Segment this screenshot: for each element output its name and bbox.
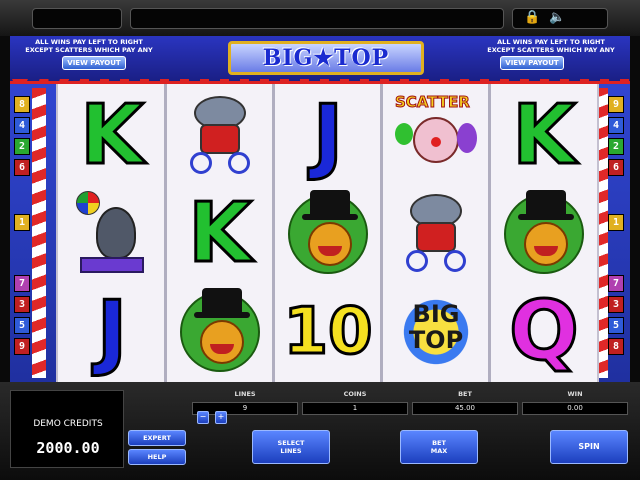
symbol-lion [170,284,270,380]
symbol-letter: J [95,284,128,379]
symbol-letter: J [311,88,344,183]
payline-marker[interactable]: 7 [608,275,624,292]
win-label: WIN [567,390,583,398]
payline-marker[interactable]: 5 [14,317,30,334]
payline-marker[interactable]: 8 [608,338,624,355]
coin-increase-button[interactable]: + [215,411,227,424]
bigtop-burst-icon: BIG TOP [391,287,481,377]
select-lines-label-2: LINES [280,447,302,455]
elephant-icon [180,94,260,178]
credits-value: 2000.00 [36,439,100,457]
payline-marker[interactable]: 1 [14,214,30,231]
bet-max-label-1: BET [432,439,446,447]
bigtop-line-2: TOP [408,326,464,354]
payline-marker[interactable]: 9 [14,338,30,355]
payline-marker[interactable]: 4 [608,117,624,134]
symbol-letter: 10 [282,295,374,369]
game-logo: BIG★TOP [228,41,424,75]
symbol-10: 10 [278,284,378,380]
view-payout-button-right[interactable]: VIEW PAYOUT [500,56,564,70]
spin-button[interactable]: SPIN [550,430,628,464]
bet-max-label-2: MAX [430,447,448,455]
payline-marker[interactable]: 3 [608,296,624,313]
reel-divider [488,84,491,382]
payline-marker[interactable]: 2 [608,138,624,155]
reel-area: K J K J 10 SCATTER BIG TOP K Q [56,84,599,382]
symbol-k: K [170,186,270,282]
bigtop-text: BIG TOP [391,301,481,353]
view-payout-button-left[interactable]: VIEW PAYOUT [62,56,126,70]
rules-line-1: ALL WINS PAY LEFT TO RIGHT [497,38,605,46]
symbol-letter: K [187,186,254,281]
payline-marker[interactable]: 5 [608,317,624,334]
expert-button[interactable]: EXPERT [128,430,186,446]
symbol-lion [278,186,378,282]
rules-line-1: ALL WINS PAY LEFT TO RIGHT [35,38,143,46]
scatter-text: SCATTER [395,93,471,112]
symbol-seal [62,186,162,282]
rules-line-2: EXCEPT SCATTERS WHICH PAY ANY [487,46,615,54]
reel-divider [164,84,167,382]
win-value: 0.00 [522,402,628,415]
select-lines-label-1: SELECT [277,439,305,447]
bet-label: BET [458,390,472,398]
payline-marker[interactable]: 6 [608,159,624,176]
logo-text: BIG★TOP [262,45,390,71]
select-lines-button[interactable]: SELECT LINES [252,430,330,464]
payline-marker[interactable]: 1 [608,214,624,231]
top-message-box [130,8,504,29]
speaker-icon[interactable]: 🔈 [549,11,565,25]
reel-divider [272,84,275,382]
top-status-box-left [32,8,122,29]
symbol-j: J [278,88,378,184]
payline-marker[interactable]: 6 [14,159,30,176]
top-bar: 🔒 🔈 [0,0,640,36]
coin-decrease-button[interactable]: − [197,411,209,424]
symbol-elephant [170,88,270,184]
lock-icon[interactable]: 🔒 [524,11,540,25]
coins-label: COINS [343,390,367,398]
seal-icon [72,191,152,277]
game-banner: ALL WINS PAY LEFT TO RIGHT EXCEPT SCATTE… [10,36,630,87]
symbol-bigtop: BIG TOP [386,284,486,380]
coins-value: 1 [302,402,408,415]
rules-text-left: ALL WINS PAY LEFT TO RIGHT EXCEPT SCATTE… [14,38,164,54]
circus-pole-left [32,88,46,378]
lion-icon [180,288,260,372]
credits-display: DEMO CREDITS 2000.00 [10,390,124,468]
symbol-j: J [62,284,162,380]
lion-icon [288,190,368,274]
bet-value: 45.00 [412,402,518,415]
rules-line-2: EXCEPT SCATTERS WHICH PAY ANY [25,46,153,54]
symbol-k: K [62,88,162,184]
symbol-scatter: SCATTER [386,88,486,184]
elephant-icon [396,192,476,276]
reel-divider [380,84,383,382]
symbol-k: K [494,88,594,184]
symbol-letter: K [79,88,146,183]
bigtop-line-1: BIG [412,300,460,328]
lion-icon [504,190,584,274]
payline-marker[interactable]: 4 [14,117,30,134]
symbol-q: Q [494,284,594,380]
symbol-letter: Q [508,284,581,379]
payline-marker[interactable]: 8 [14,96,30,113]
payline-marker[interactable]: 7 [14,275,30,292]
payline-marker[interactable]: 3 [14,296,30,313]
help-button[interactable]: HELP [128,449,186,465]
payline-marker[interactable]: 2 [14,138,30,155]
payline-marker[interactable]: 9 [608,96,624,113]
symbol-letter: K [511,88,578,183]
bet-max-button[interactable]: BET MAX [400,430,478,464]
credits-label: DEMO CREDITS [33,419,103,429]
clown-icon: SCATTER [391,93,481,179]
rules-text-right: ALL WINS PAY LEFT TO RIGHT EXCEPT SCATTE… [476,38,626,54]
symbol-elephant [386,186,486,282]
symbol-lion [494,186,594,282]
lines-label: LINES [234,390,256,398]
